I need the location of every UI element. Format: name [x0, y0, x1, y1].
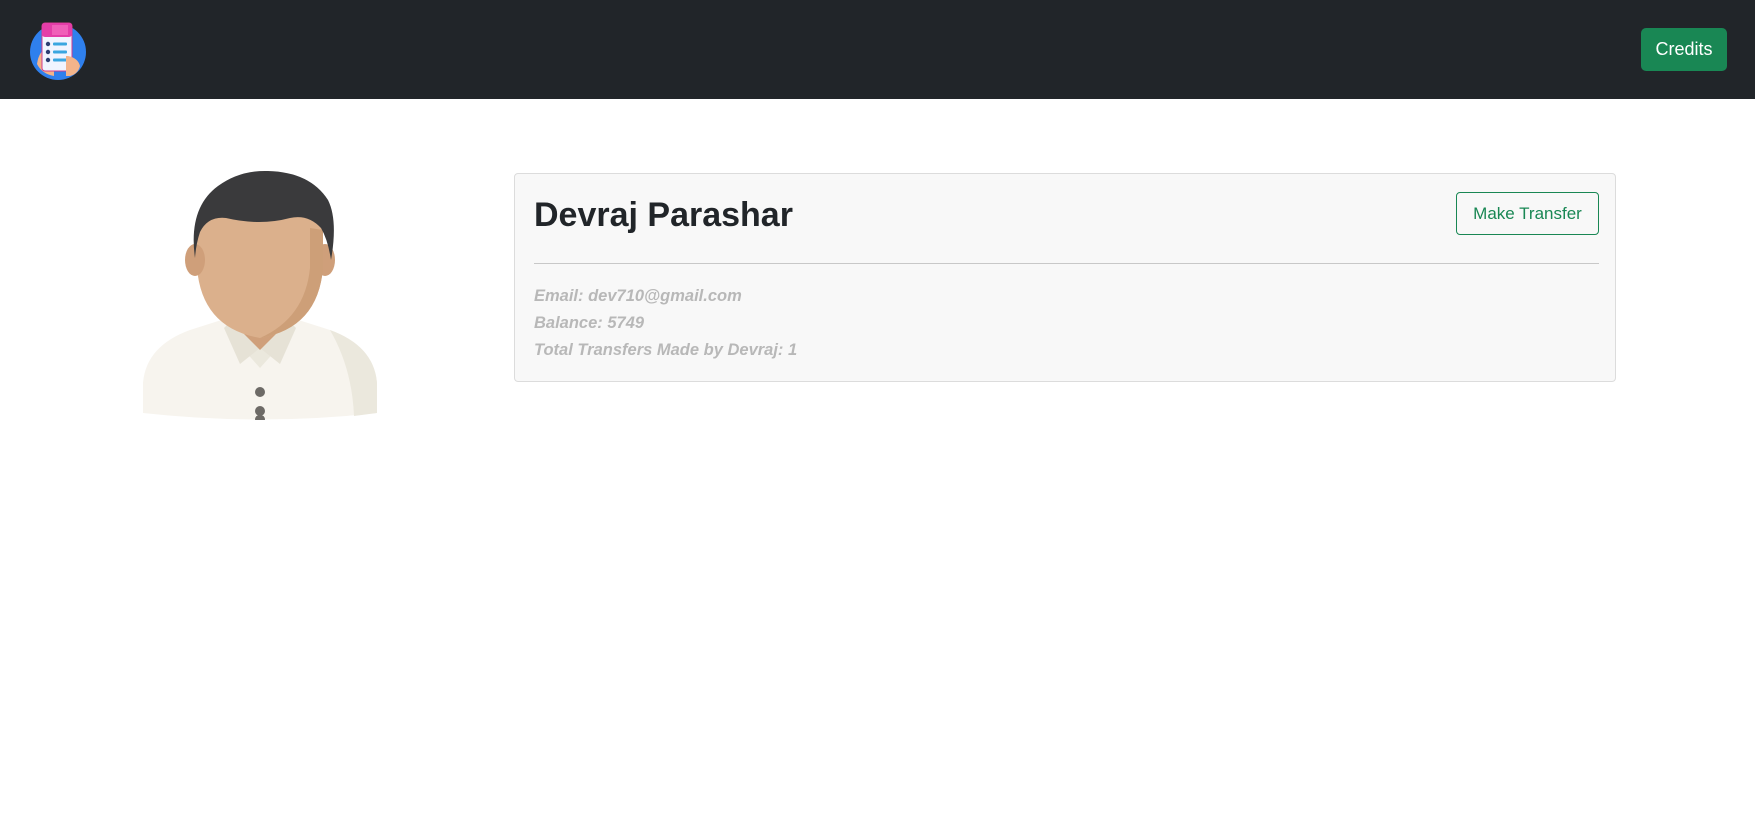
profile-name: Devraj Parashar [534, 196, 793, 234]
phone-checklist-logo-icon[interactable] [28, 20, 88, 80]
credits-button[interactable]: Credits [1641, 28, 1727, 71]
balance-text: Balance: 5749 [534, 314, 645, 332]
total-transfers-text: Total Transfers Made by Devraj: 1 [534, 341, 798, 359]
email-text: Email: dev710@gmail.com [534, 287, 742, 305]
make-transfer-button[interactable]: Make Transfer [1456, 192, 1599, 235]
profile-card: Devraj Parashar Make Transfer Email: dev… [514, 173, 1616, 382]
top-navbar: Credits [0, 0, 1755, 99]
card-divider [534, 263, 1599, 264]
user-avatar-icon [143, 170, 377, 420]
